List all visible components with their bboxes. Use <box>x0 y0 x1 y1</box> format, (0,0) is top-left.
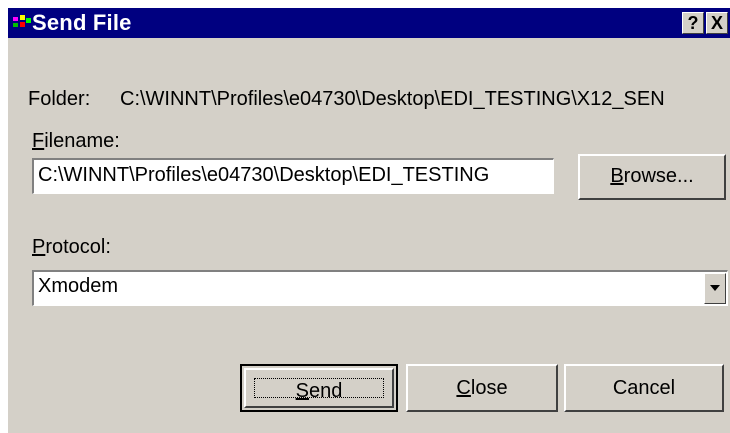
browse-accel: B <box>610 165 624 187</box>
send-file-dialog: Send File ? X Folder: C:\WINNT\Profiles\… <box>6 6 730 433</box>
protocol-label-rest: rotocol: <box>45 236 111 258</box>
send-button[interactable]: Send <box>240 364 398 412</box>
app-icon <box>12 14 34 32</box>
folder-label: Folder: <box>28 88 91 110</box>
protocol-select[interactable]: Xmodem <box>32 270 728 306</box>
cancel-button[interactable]: Cancel <box>564 364 724 412</box>
filename-label-rest: ilename: <box>44 130 120 152</box>
protocol-selected-value: Xmodem <box>38 275 119 297</box>
chevron-down-icon <box>710 285 720 291</box>
browse-rest: rowse... <box>623 165 694 187</box>
send-button-bevel: Send <box>244 368 394 408</box>
protocol-label-accel: P <box>32 236 46 258</box>
filename-label: Filename: <box>32 130 120 153</box>
browse-button[interactable]: Browse... <box>578 154 726 200</box>
send-accel: S <box>295 380 309 402</box>
close-button[interactable]: Close <box>406 364 558 412</box>
send-rest: end <box>308 380 343 402</box>
filename-field[interactable]: C:\WINNT\Profiles\e04730\Desktop\EDI_TES… <box>32 158 554 194</box>
close-accel: C <box>456 377 471 399</box>
protocol-label: Protocol: <box>32 236 111 259</box>
send-button-focus: Send <box>254 378 384 402</box>
folder-path: C:\WINNT\Profiles\e04730\Desktop\EDI_TES… <box>120 88 665 110</box>
title-bar[interactable]: Send File ? X <box>8 8 730 38</box>
help-button[interactable]: ? <box>682 12 704 34</box>
protocol-dropdown-button[interactable] <box>704 273 726 304</box>
window-title: Send File <box>32 10 132 35</box>
close-window-button[interactable]: X <box>706 12 728 34</box>
filename-label-accel: F <box>32 130 45 152</box>
close-rest: lose <box>470 377 508 399</box>
